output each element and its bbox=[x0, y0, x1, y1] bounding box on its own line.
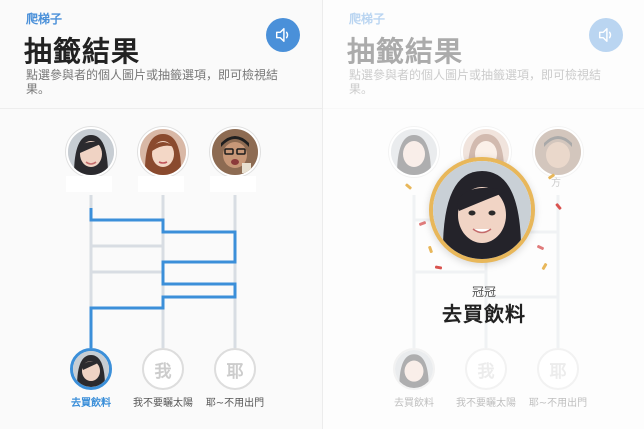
winner-choice: 去買飲料 bbox=[442, 302, 526, 326]
result-panel: 爬梯子 抽籤結果 點選參與者的個人圖片或抽籤選項，即可檢視結果。 方 bbox=[322, 0, 644, 429]
option-label-2: 我不要曬太陽 bbox=[133, 398, 193, 409]
ladder-panel: 爬梯子 抽籤結果 點選參與者的個人圖片或抽籤選項，即可檢視結果。 去買飲料 我 … bbox=[0, 0, 322, 429]
option-photo-1 bbox=[73, 351, 109, 387]
option-label-3: 耶~不用出門 bbox=[205, 398, 265, 409]
option-circle-1[interactable] bbox=[70, 348, 112, 390]
option-circle-2[interactable]: 我 bbox=[142, 348, 184, 390]
option-circle-3[interactable]: 耶 bbox=[214, 348, 256, 390]
option-label-1: 去買飲料 bbox=[71, 398, 111, 409]
winner-photo bbox=[433, 161, 531, 259]
winner-avatar bbox=[429, 157, 535, 263]
